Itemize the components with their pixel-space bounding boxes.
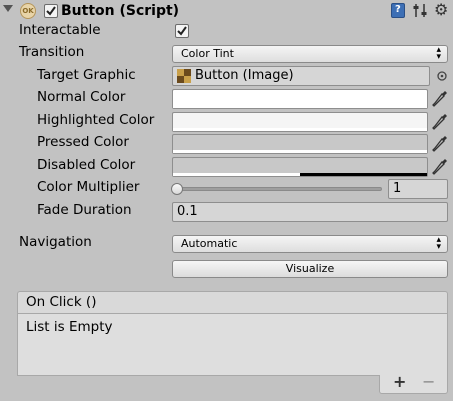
interactable-checkbox[interactable] <box>175 24 189 38</box>
checkmark-icon <box>46 6 56 16</box>
alpha-bar <box>173 150 427 153</box>
color-multiplier-slider-track[interactable] <box>176 187 382 191</box>
highlighted-color-field[interactable] <box>172 112 428 132</box>
component-title: Button (Script) <box>61 3 180 19</box>
visualize-button[interactable]: Visualize <box>172 260 448 278</box>
component-header: OK Button (Script) ⚙ <box>0 0 453 22</box>
navigation-value: Automatic <box>181 237 238 250</box>
normal-color-label: Normal Color <box>37 89 126 105</box>
help-book-icon[interactable] <box>391 3 405 18</box>
checkmark-icon <box>177 26 187 36</box>
transition-dropdown[interactable]: Color Tint ▴ ▾ <box>172 45 448 63</box>
fade-duration-input[interactable]: 0.1 <box>172 202 448 222</box>
fade-duration-label: Fade Duration <box>37 202 132 218</box>
object-picker-icon[interactable] <box>436 70 448 82</box>
color-multiplier-slider-thumb[interactable] <box>171 183 183 195</box>
alpha-bar <box>173 105 427 108</box>
component-enabled-checkbox[interactable] <box>44 4 58 18</box>
alpha-bar-empty <box>300 173 427 176</box>
dropdown-arrows-icon: ▴ ▾ <box>436 45 441 62</box>
script-ok-icon: OK <box>20 3 36 19</box>
eyedropper-icon[interactable] <box>431 157 449 177</box>
navigation-dropdown[interactable]: Automatic ▴ ▾ <box>172 235 448 253</box>
alpha-bar <box>173 128 427 131</box>
interactable-label: Interactable <box>19 22 101 38</box>
eyedropper-icon[interactable] <box>431 112 449 132</box>
image-component-icon <box>177 69 191 83</box>
on-click-event-header: On Click () <box>17 291 448 313</box>
disabled-color-label: Disabled Color <box>37 157 136 173</box>
normal-color-field[interactable] <box>172 89 428 109</box>
empty-list-text: List is Empty <box>26 319 113 335</box>
alpha-bar-filled <box>173 173 300 176</box>
event-list-footer <box>379 375 448 394</box>
preset-sliders-icon[interactable] <box>413 3 427 18</box>
foldout-arrow-icon[interactable] <box>3 5 13 12</box>
pressed-color-field[interactable] <box>172 134 428 154</box>
remove-listener-button[interactable]: − <box>422 373 435 391</box>
eyedropper-icon[interactable] <box>431 89 449 109</box>
add-listener-button[interactable]: + <box>393 373 406 391</box>
color-multiplier-input[interactable]: 1 <box>388 179 448 199</box>
target-graphic-label: Target Graphic <box>37 67 136 83</box>
target-graphic-value: Button (Image) <box>195 68 294 83</box>
disabled-color-field[interactable] <box>172 157 428 177</box>
navigation-label: Navigation <box>19 234 92 250</box>
transition-label: Transition <box>19 44 85 60</box>
dropdown-arrows-icon: ▴ ▾ <box>436 235 441 252</box>
highlighted-color-label: Highlighted Color <box>37 112 155 128</box>
target-graphic-field[interactable]: Button (Image) <box>172 66 430 86</box>
pressed-color-label: Pressed Color <box>37 134 129 150</box>
color-multiplier-label: Color Multiplier <box>37 179 140 195</box>
transition-value: Color Tint <box>181 47 234 60</box>
gear-icon[interactable]: ⚙ <box>434 2 448 18</box>
on-click-event-list: List is Empty <box>17 313 448 376</box>
eyedropper-icon[interactable] <box>431 134 449 154</box>
